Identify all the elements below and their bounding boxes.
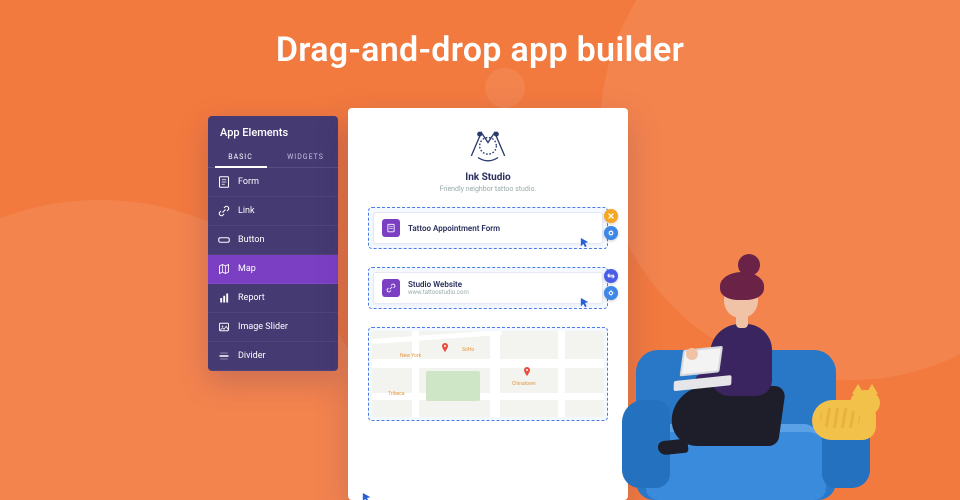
panel-tabs: BASIC WIDGETS [208, 147, 338, 168]
map-pin-icon [522, 367, 532, 377]
button-icon [218, 234, 230, 246]
map-label: New York [400, 353, 421, 359]
map-icon [218, 263, 230, 275]
element-report[interactable]: Report [208, 284, 338, 313]
map-label: Tribeca [388, 391, 405, 397]
element-divider[interactable]: Divider [208, 342, 338, 371]
element-label: Button [238, 235, 264, 245]
business-logo [463, 124, 513, 166]
link-card[interactable]: Studio Website www.tattoostudio.com [373, 272, 603, 304]
app-canvas: Ink Studio Friendly neighbor tattoo stud… [348, 108, 628, 500]
element-button[interactable]: Button [208, 226, 338, 255]
form-icon [218, 176, 230, 188]
element-label: Divider [238, 351, 266, 361]
link-card-subtitle: www.tattoostudio.com [408, 289, 469, 296]
element-label: Form [238, 177, 259, 187]
image-slider-icon [218, 321, 230, 333]
drop-slot-map[interactable]: New York Chinatown Tribeca SoHo [368, 327, 608, 421]
map-pin-icon [440, 343, 450, 353]
cursor-icon [580, 234, 590, 253]
panel-title: App Elements [208, 116, 338, 147]
map-preview[interactable]: New York Chinatown Tribeca SoHo [372, 331, 604, 417]
divider-icon [218, 350, 230, 362]
business-tagline: Friendly neighbor tattoo studio. [440, 185, 537, 193]
element-link[interactable]: Link [208, 197, 338, 226]
drop-slot-link[interactable]: Studio Website www.tattoostudio.com [368, 267, 608, 309]
settings-button[interactable] [604, 226, 618, 240]
element-label: Map [238, 264, 256, 274]
link-icon [382, 279, 400, 297]
tab-basic[interactable]: BASIC [208, 147, 273, 167]
link-icon [218, 205, 230, 217]
person-illustration [616, 240, 876, 500]
app-elements-panel: App Elements BASIC WIDGETS Form Link But… [208, 116, 338, 371]
form-card-title: Tattoo Appointment Form [408, 224, 500, 233]
hero-title: Drag-and-drop app builder [0, 30, 960, 70]
map-label: Chinatown [512, 381, 536, 387]
drop-slot-form[interactable]: Tattoo Appointment Form [368, 207, 608, 249]
form-icon [382, 219, 400, 237]
cursor-icon [362, 489, 372, 500]
element-label: Link [238, 206, 255, 216]
form-card[interactable]: Tattoo Appointment Form [373, 212, 603, 244]
element-form[interactable]: Form [208, 168, 338, 197]
map-label: SoHo [462, 347, 474, 353]
tab-widgets[interactable]: WIDGETS [273, 147, 338, 167]
report-icon [218, 292, 230, 304]
element-label: Report [238, 293, 265, 303]
cursor-icon [580, 294, 590, 313]
link-card-title: Studio Website [408, 280, 469, 289]
delete-button[interactable] [604, 209, 618, 223]
element-image-slider[interactable]: Image Slider [208, 313, 338, 342]
element-map[interactable]: Map [208, 255, 338, 284]
element-label: Image Slider [238, 322, 288, 332]
cat-illustration [812, 384, 884, 440]
business-name: Ink Studio [465, 172, 510, 183]
